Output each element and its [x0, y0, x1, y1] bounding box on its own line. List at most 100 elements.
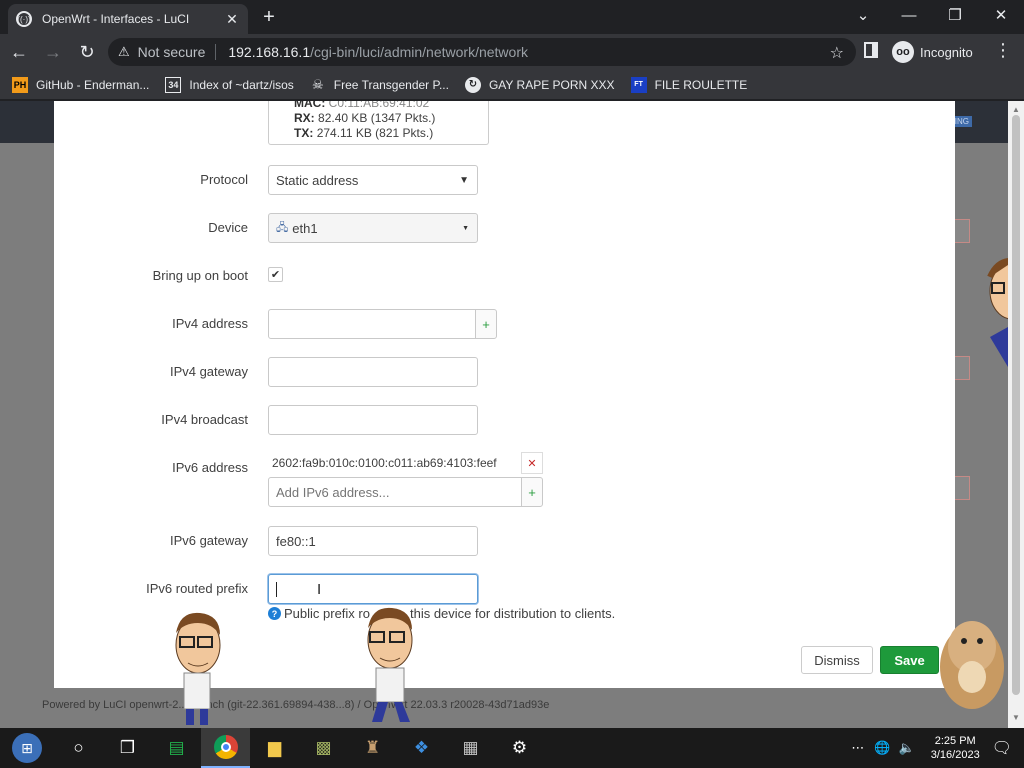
dismiss-button[interactable]: Dismiss	[801, 646, 873, 674]
ipv6-prefix-input[interactable]: I	[268, 574, 478, 604]
network-app-icon[interactable]: ❖	[397, 728, 446, 768]
ipv6-address-new-input[interactable]	[276, 484, 506, 500]
remove-ipv6-button[interactable]: ✕	[521, 452, 543, 474]
tab-search-icon[interactable]: ⌄	[848, 4, 878, 28]
reload-icon[interactable]: ↻	[72, 37, 102, 67]
add-ipv6-button[interactable]: +	[521, 477, 543, 507]
ipv6-prefix-label: IPv6 routed prefix	[146, 581, 248, 596]
start-icon[interactable]: ⊞	[0, 728, 54, 768]
page-viewport: HING Powered by LuCI openwrt-2... branch…	[0, 101, 1008, 728]
bookmark-label: FILE ROULETTE	[654, 77, 748, 92]
bookmark-item[interactable]: ☠ Free Transgender P...	[310, 77, 449, 93]
ipv4-broadcast-input[interactable]	[268, 405, 478, 435]
ipv6-gateway-value: fe80::1	[276, 533, 316, 549]
hint-text-b: this device for distribution to clients.	[409, 606, 616, 621]
close-icon: ✕	[527, 457, 537, 470]
ipv4-gateway-label: IPv4 gateway	[169, 364, 248, 379]
bring-up-checkbox[interactable]: ✔	[268, 267, 283, 282]
plus-icon: +	[528, 484, 536, 500]
url-path[interactable]: /cgi-bin/luci/admin/network/network	[310, 44, 528, 60]
bookmark-star-icon[interactable]: ☆	[830, 43, 844, 63]
tab-title: OpenWrt - Interfaces - LuCI	[42, 12, 190, 26]
bookmark-label: GAY RAPE PORN XXX	[488, 77, 615, 92]
vm-app-icon[interactable]: ▦	[446, 728, 495, 768]
app-icon[interactable]: ♜	[348, 728, 397, 768]
protocol-value: Static address	[276, 172, 359, 188]
back-icon[interactable]: ←	[4, 37, 34, 67]
scroll-down-icon[interactable]: ▼	[1012, 713, 1020, 722]
bookmark-item[interactable]: 34 Index of ~dartz/isos	[165, 76, 294, 93]
add-ipv4-button[interactable]: +	[475, 309, 497, 339]
cartoon-man-sticker	[367, 607, 413, 722]
warning-icon[interactable]: ⚠	[118, 44, 130, 60]
tab-close-icon[interactable]: ✕	[224, 11, 240, 28]
bookmark-item[interactable]: PH GitHub - Enderman...	[12, 76, 150, 93]
device-label: Device	[208, 220, 248, 235]
close-window-icon[interactable]: ✕	[986, 4, 1016, 28]
globe-icon[interactable]: 🌐	[874, 740, 890, 756]
protocol-label: Protocol	[200, 172, 248, 187]
page-scrollbar[interactable]: ▲ ▼	[1008, 101, 1024, 728]
bookmarks-bar: PH GitHub - Enderman... 34 Index of ~dar…	[0, 70, 1024, 100]
circle-arrow-icon: ↻	[464, 76, 481, 93]
chevron-down-icon: ▼	[459, 174, 469, 186]
tab-strip: ((·)) OpenWrt - Interfaces - LuCI ✕ + ⌄ …	[0, 0, 1024, 34]
url-host[interactable]: 192.168.16.1	[228, 44, 310, 60]
device-status-card: MAC: C0:11:AB:69:41:02 RX: 82.40 KB (134…	[268, 101, 489, 145]
ipv4-broadcast-label: IPv4 broadcast	[161, 412, 248, 427]
security-label[interactable]: Not secure	[138, 44, 206, 60]
scroll-up-icon[interactable]: ▲	[1012, 105, 1020, 114]
ft-icon: FT	[630, 76, 647, 93]
notification-icon[interactable]: 🗨	[992, 738, 1012, 758]
bookmark-label: Free Transgender P...	[333, 77, 449, 92]
notes-app-icon[interactable]: ▤	[152, 728, 201, 768]
bookmark-item[interactable]: ↻ GAY RAPE PORN XXX	[464, 76, 615, 93]
page-footer: Powered by LuCI openwrt-2... branch (git…	[42, 699, 550, 711]
ipv6-address-input[interactable]	[268, 477, 522, 507]
cartoon-man-sticker	[987, 258, 1008, 367]
system-tray: ⋯ 🌐 🔈 2:25 PM 3/16/2023 🗨	[851, 728, 1024, 768]
cartoon-man-sticker	[175, 612, 221, 725]
new-tab-icon[interactable]: +	[258, 6, 280, 29]
incognito-badge[interactable]: oo Incognito	[892, 38, 973, 66]
clock[interactable]: 2:25 PM 3/16/2023	[931, 734, 980, 762]
hamster-sticker	[940, 621, 1004, 709]
device-select[interactable]: 🖧 eth1 ▼	[268, 213, 478, 243]
browser-toolbar: ← → ↻ ⚠ Not secure 192.168.16.1/cgi-bin/…	[0, 34, 1024, 70]
volume-icon[interactable]: 🔈	[899, 740, 915, 756]
ipv4-address-label: IPv4 address	[172, 316, 248, 331]
minimize-icon[interactable]: —	[894, 4, 924, 28]
address-divider	[215, 44, 217, 60]
task-view-icon[interactable]: ❒	[103, 728, 152, 768]
forward-icon[interactable]: →	[38, 37, 68, 67]
incognito-icon: oo	[892, 41, 914, 63]
menu-kebab-icon[interactable]: ⋮	[994, 40, 1012, 61]
ipv6-address-chip: 2602:fa9b:010c:0100:c011:ab69:4103:feef	[268, 452, 522, 474]
openwrt-favicon-icon: ((·))	[16, 11, 32, 27]
clock-time: 2:25 PM	[934, 735, 976, 747]
side-panel-icon[interactable]	[864, 42, 878, 58]
browser-tab[interactable]: ((·)) OpenWrt - Interfaces - LuCI ✕	[8, 4, 248, 34]
clock-date: 3/16/2023	[930, 749, 980, 761]
check-icon: ✔	[270, 269, 281, 281]
scrollbar-thumb[interactable]	[1012, 115, 1020, 695]
bookmark-label: GitHub - Enderman...	[36, 77, 150, 92]
restore-icon[interactable]: ❐	[940, 4, 970, 28]
ipv6-gateway-input[interactable]: fe80::1	[268, 526, 478, 556]
protocol-select[interactable]: Static address ▼	[268, 165, 478, 195]
chrome-icon[interactable]	[201, 728, 250, 768]
ipv6-gateway-label: IPv6 gateway	[169, 533, 248, 548]
ipv6-prefix-hint: ? Public prefix ro this device for distr…	[268, 606, 615, 621]
address-bar[interactable]: ⚠ Not secure 192.168.16.1/cgi-bin/luci/a…	[108, 38, 856, 66]
caret-down-icon: ▼	[462, 224, 469, 232]
game-app-icon[interactable]: ▩	[299, 728, 348, 768]
search-circle-icon[interactable]: ○	[54, 728, 103, 768]
ipv4-gateway-input[interactable]	[268, 357, 478, 387]
file-explorer-icon[interactable]: ▆	[250, 728, 299, 768]
settings-gear-icon[interactable]: ⚙	[495, 728, 544, 768]
bookmark-item[interactable]: FT FILE ROULETTE	[630, 76, 748, 93]
mac-line: MAC: C0:11:AB:69:41:02	[294, 101, 430, 110]
ipv4-address-input[interactable]	[268, 309, 476, 339]
incognito-label: Incognito	[920, 44, 973, 60]
tray-overflow-icon[interactable]: ⋯	[851, 740, 864, 756]
